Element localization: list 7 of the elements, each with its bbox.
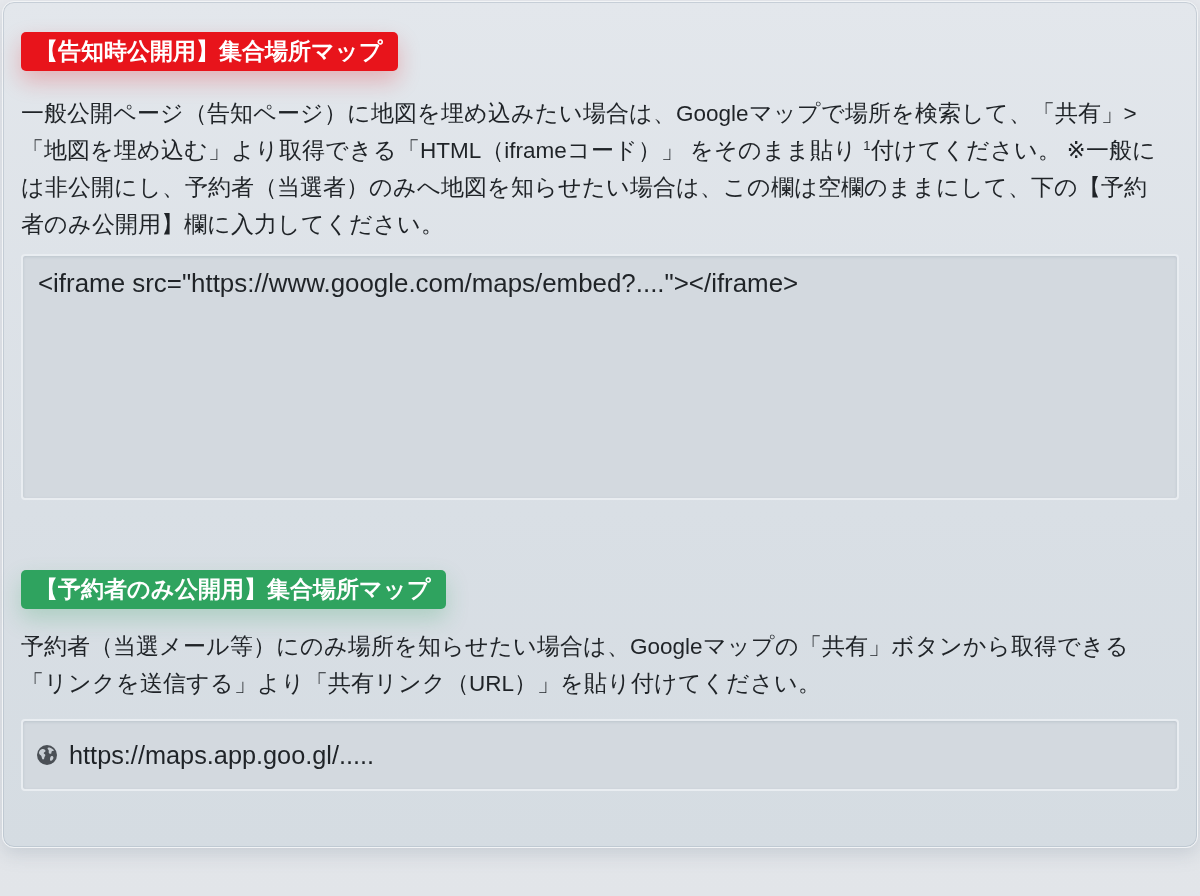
- instruction-text: 一般公開ページ（告知ページ）に地図を埋め込みたい場合は、Googleマップで場所を検索して、「共有」>「地図を埋め込む」より取得できる「HTML（iframeコード）」 をそのまま貼り $^{1}$付けてください。 ※一般には非公開にし、予約者（当選者）のみへ地図を知らせたい場合は、この欄は空欄のままにして、下の【予約者のみ公開用】欄に入力してください。: [21, 100, 1157, 239]
- globe-icon: [37, 745, 57, 765]
- embed-code-field[interactable]: <iframe src="https://www.google.com/maps/embed?...."></iframe>: [21, 254, 1179, 500]
- url-input-field[interactable]: https://maps.app.goo.gl/.....: [21, 719, 1179, 791]
- section-badge: 【告知時公開用】集合場所マップ: [21, 32, 398, 71]
- instruction-text: 予約者（当選メール等）にのみ場所を知らせたい場合は、Googleマップの「共有」ボタンから取得できる「リンクを送信する」より「共有リンク（URL）」を貼り付けてください。: [21, 633, 1130, 698]
- section-badge: 【予約者のみ公開用】集合場所マップ: [21, 570, 446, 609]
